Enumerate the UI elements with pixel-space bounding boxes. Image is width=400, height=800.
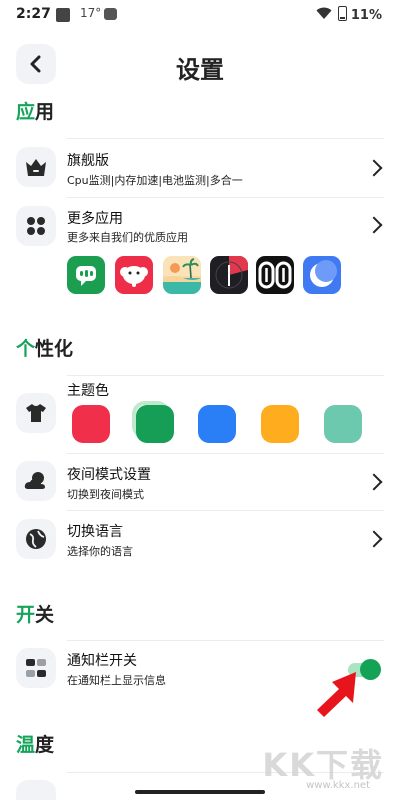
toggle-settings-icon <box>16 648 56 688</box>
row-more-apps[interactable] <box>0 198 400 250</box>
red-arrow-annotation <box>317 672 356 717</box>
status-right: 11% <box>316 6 382 23</box>
row-language[interactable] <box>0 511 400 567</box>
theme-swatch-green[interactable] <box>136 405 174 443</box>
theme-swatch-teal[interactable] <box>324 405 362 443</box>
status-temperature: 17° <box>80 6 102 20</box>
section-rest: 关 <box>35 604 55 626</box>
page-title: 设置 <box>176 56 224 84</box>
section-rest: 度 <box>35 734 55 756</box>
shirt-icon <box>16 393 56 433</box>
section-title-temperature: 温度 <box>16 730 54 757</box>
divider <box>67 375 384 376</box>
clock-app-icon[interactable] <box>210 256 248 294</box>
row-subtitle: 切换到夜间模式 <box>67 488 144 501</box>
row-title: 主题色 <box>67 383 109 399</box>
row-subtitle: 选择你的语言 <box>67 545 133 558</box>
row-title: 切换语言 <box>67 524 123 540</box>
section-title-personalize: 个性化 <box>16 334 73 361</box>
theme-swatch-blue[interactable] <box>198 405 236 443</box>
counter-app-icon[interactable] <box>256 256 294 294</box>
globe-icon <box>16 519 56 559</box>
status-bar: 2:27 17° 11% <box>0 0 400 32</box>
row-subtitle: 更多来自我们的优质应用 <box>67 231 188 244</box>
moon-app-icon[interactable] <box>303 256 341 294</box>
wifi-icon <box>316 7 332 19</box>
beach-app-icon[interactable] <box>163 256 201 294</box>
row-subtitle: Cpu监测|内存加速|电池监测|多合一 <box>67 174 243 187</box>
theme-swatch-red[interactable] <box>72 405 110 443</box>
row-title: 旗舰版 <box>67 153 109 169</box>
message-icon <box>104 8 117 20</box>
watermark-url: www.kkx.net <box>306 780 370 791</box>
crown-icon <box>16 147 56 187</box>
cloud-moon-icon <box>16 461 56 501</box>
section-accent: 应 <box>16 101 36 123</box>
notification-icon <box>56 8 70 22</box>
section-title-apps: 应用 <box>16 97 54 124</box>
chat-app-icon[interactable] <box>67 256 105 294</box>
temperature-icon <box>16 780 56 800</box>
section-accent: 个 <box>16 338 36 360</box>
toggle-knob[interactable] <box>360 659 381 680</box>
elephant-app-icon[interactable] <box>115 256 153 294</box>
row-subtitle: 在通知栏上显示信息 <box>67 674 166 687</box>
section-accent: 温 <box>16 734 36 756</box>
grid-icon <box>16 206 56 246</box>
section-accent: 开 <box>16 604 36 626</box>
section-rest: 用 <box>35 101 55 123</box>
row-night-mode[interactable] <box>0 454 400 510</box>
section-title-switches: 开关 <box>16 600 54 627</box>
status-time: 2:27 <box>16 6 51 22</box>
row-title: 通知栏开关 <box>67 653 137 669</box>
row-title: 更多应用 <box>67 211 123 227</box>
battery-icon <box>337 6 347 21</box>
home-indicator[interactable] <box>135 790 265 794</box>
theme-swatch-orange[interactable] <box>261 405 299 443</box>
row-flagship[interactable] <box>0 139 400 197</box>
section-rest: 性化 <box>35 338 74 360</box>
row-title: 夜间模式设置 <box>67 467 151 483</box>
divider <box>67 640 384 641</box>
battery-percent: 11% <box>350 8 382 23</box>
